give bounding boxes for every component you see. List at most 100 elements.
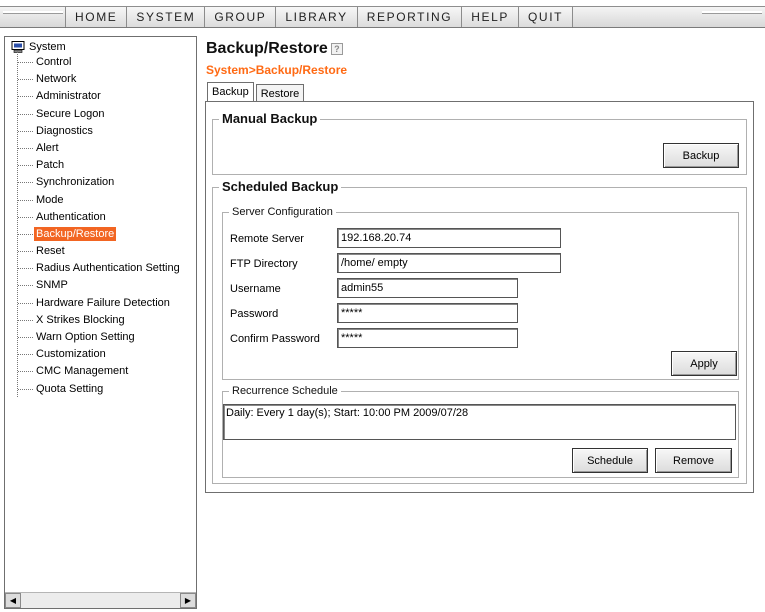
- tree-item-label: Reset: [36, 245, 65, 258]
- apply-button[interactable]: Apply: [671, 351, 737, 376]
- tree-connector: [18, 268, 33, 270]
- tree-item-label: Patch: [36, 159, 65, 172]
- tree-item[interactable]: Warn Option Setting: [5, 329, 196, 346]
- username-input[interactable]: [337, 278, 518, 298]
- confirm-password-input[interactable]: [337, 328, 518, 348]
- tree-item[interactable]: Alert: [5, 140, 196, 157]
- scroll-track[interactable]: [21, 593, 180, 608]
- tree-item[interactable]: Synchronization: [5, 174, 196, 191]
- menu-help[interactable]: HELP: [461, 7, 518, 27]
- tree-connector: [18, 285, 33, 287]
- tree-connector: [18, 337, 33, 338]
- tree-connector: [18, 79, 33, 81]
- username-label: Username: [230, 283, 281, 295]
- tree-connector: [18, 96, 33, 98]
- tree-connector: [18, 147, 33, 149]
- tree-item[interactable]: Authentication: [5, 209, 196, 226]
- tree-item-label: Authentication: [36, 210, 106, 223]
- tree-item-label: Warn Option Setting: [36, 331, 135, 343]
- tab-backup[interactable]: Backup: [207, 82, 254, 103]
- tree-connector: [18, 216, 33, 218]
- server-configuration-legend: Server Configuration: [229, 206, 336, 218]
- menu-home[interactable]: HOME: [65, 7, 127, 27]
- tree-item-label: Network: [36, 73, 77, 86]
- tree-item[interactable]: Customization: [5, 346, 196, 363]
- tree-item-label: Hardware Failure Detection: [36, 296, 170, 309]
- tree-connector: [18, 251, 33, 253]
- manual-backup-group: Manual Backup Backup: [212, 111, 747, 175]
- tree-connector: [18, 319, 33, 321]
- top-menu-bar: HOME SYSTEM GROUP LIBRARY REPORTING HELP…: [0, 0, 765, 34]
- scheduled-backup-legend: Scheduled Backup: [219, 179, 342, 194]
- password-input[interactable]: [337, 303, 518, 323]
- tree-connector: [18, 165, 33, 167]
- menu-quit[interactable]: QUIT: [518, 7, 574, 27]
- menu-reporting[interactable]: REPORTING: [356, 7, 462, 27]
- tree-item[interactable]: Backup/Restore: [5, 226, 196, 243]
- tree-item[interactable]: Patch: [5, 157, 196, 174]
- tree-item-label: Customization: [36, 348, 106, 361]
- computer-icon: [11, 41, 25, 53]
- tree-item[interactable]: Mode: [5, 192, 196, 209]
- server-configuration-group: Server Configuration Remote Server FTP D…: [222, 206, 739, 380]
- remote-server-label: Remote Server: [230, 233, 304, 245]
- tree-item[interactable]: SNMP: [5, 277, 196, 294]
- recurrence-schedule-group: Recurrence Schedule Daily: Every 1 day(s…: [222, 385, 739, 478]
- tree-item[interactable]: CMC Management: [5, 363, 196, 380]
- scroll-right-icon[interactable]: ▶: [180, 593, 196, 608]
- tree-connector: [18, 182, 33, 184]
- password-label: Password: [230, 308, 279, 320]
- tree-item[interactable]: Diagnostics: [5, 123, 196, 140]
- tree-item-label: Control: [36, 56, 72, 68]
- tree-item[interactable]: Radius Authentication Setting: [5, 260, 196, 277]
- menu-bar-right-decoration: [702, 11, 762, 14]
- tree-items: Control Network Administrator Secure Logon D…: [5, 54, 196, 398]
- menu-group[interactable]: GROUP: [204, 7, 276, 27]
- tree-connector: [18, 199, 33, 201]
- tree-item[interactable]: Control: [5, 54, 196, 71]
- remove-button[interactable]: Remove: [655, 448, 732, 473]
- tab-bar: Backup Restore: [207, 82, 306, 103]
- schedule-button[interactable]: Schedule: [572, 448, 648, 473]
- tree-connector: [18, 388, 33, 390]
- tree-item[interactable]: X Strikes Blocking: [5, 312, 196, 329]
- tree-root-label: System: [29, 41, 66, 53]
- tree-item[interactable]: Secure Logon: [5, 106, 196, 123]
- recurrence-schedule-text[interactable]: Daily: Every 1 day(s); Start: 10:00 PM 2…: [223, 404, 736, 440]
- tree-item[interactable]: Network: [5, 71, 196, 88]
- tree-item[interactable]: Reset: [5, 243, 196, 260]
- tree-connector: [18, 233, 33, 235]
- backup-button[interactable]: Backup: [663, 143, 739, 168]
- main-menu: HOME SYSTEM GROUP LIBRARY REPORTING HELP…: [65, 7, 574, 27]
- tree-connector: [18, 302, 33, 304]
- navigation-tree: System Control Network Administrator Secure…: [4, 36, 197, 609]
- recurrence-schedule-legend: Recurrence Schedule: [229, 385, 341, 397]
- tree-item[interactable]: Administrator: [5, 88, 196, 105]
- tree-item[interactable]: Quota Setting: [5, 381, 196, 398]
- manual-backup-legend: Manual Backup: [219, 111, 321, 126]
- menu-system[interactable]: SYSTEM: [126, 7, 205, 27]
- menu-bar-left-decoration: [3, 11, 63, 14]
- page-title-text: Backup/Restore: [206, 40, 328, 57]
- ftp-directory-input[interactable]: [337, 253, 561, 273]
- tree-item[interactable]: Hardware Failure Detection: [5, 295, 196, 312]
- remote-server-input[interactable]: [337, 228, 561, 248]
- tree-root-system[interactable]: System: [11, 41, 66, 53]
- tree-item-label: Secure Logon: [36, 107, 105, 120]
- tree-item-label: Diagnostics: [36, 124, 93, 137]
- tree-connector: [18, 354, 33, 356]
- help-icon[interactable]: ?: [330, 43, 343, 55]
- tree-item-label: Backup/Restore: [34, 226, 117, 241]
- horizontal-scrollbar[interactable]: ◀ ▶: [5, 592, 196, 608]
- tree-connector: [18, 371, 33, 373]
- tree-item-label: X Strikes Blocking: [36, 313, 125, 326]
- tree-connector: [18, 113, 33, 115]
- page-title: Backup/Restore ?: [206, 40, 343, 58]
- backup-panel: Manual Backup Backup Scheduled Backup Se…: [205, 101, 754, 493]
- tree-item-label: Synchronization: [36, 176, 115, 189]
- tree-item-label: Quota Setting: [36, 382, 104, 395]
- menu-library[interactable]: LIBRARY: [275, 7, 357, 27]
- scheduled-backup-group: Scheduled Backup Server Configuration Re…: [212, 179, 747, 484]
- scroll-left-icon[interactable]: ◀: [5, 593, 21, 608]
- tree-item-label: Administrator: [36, 90, 101, 103]
